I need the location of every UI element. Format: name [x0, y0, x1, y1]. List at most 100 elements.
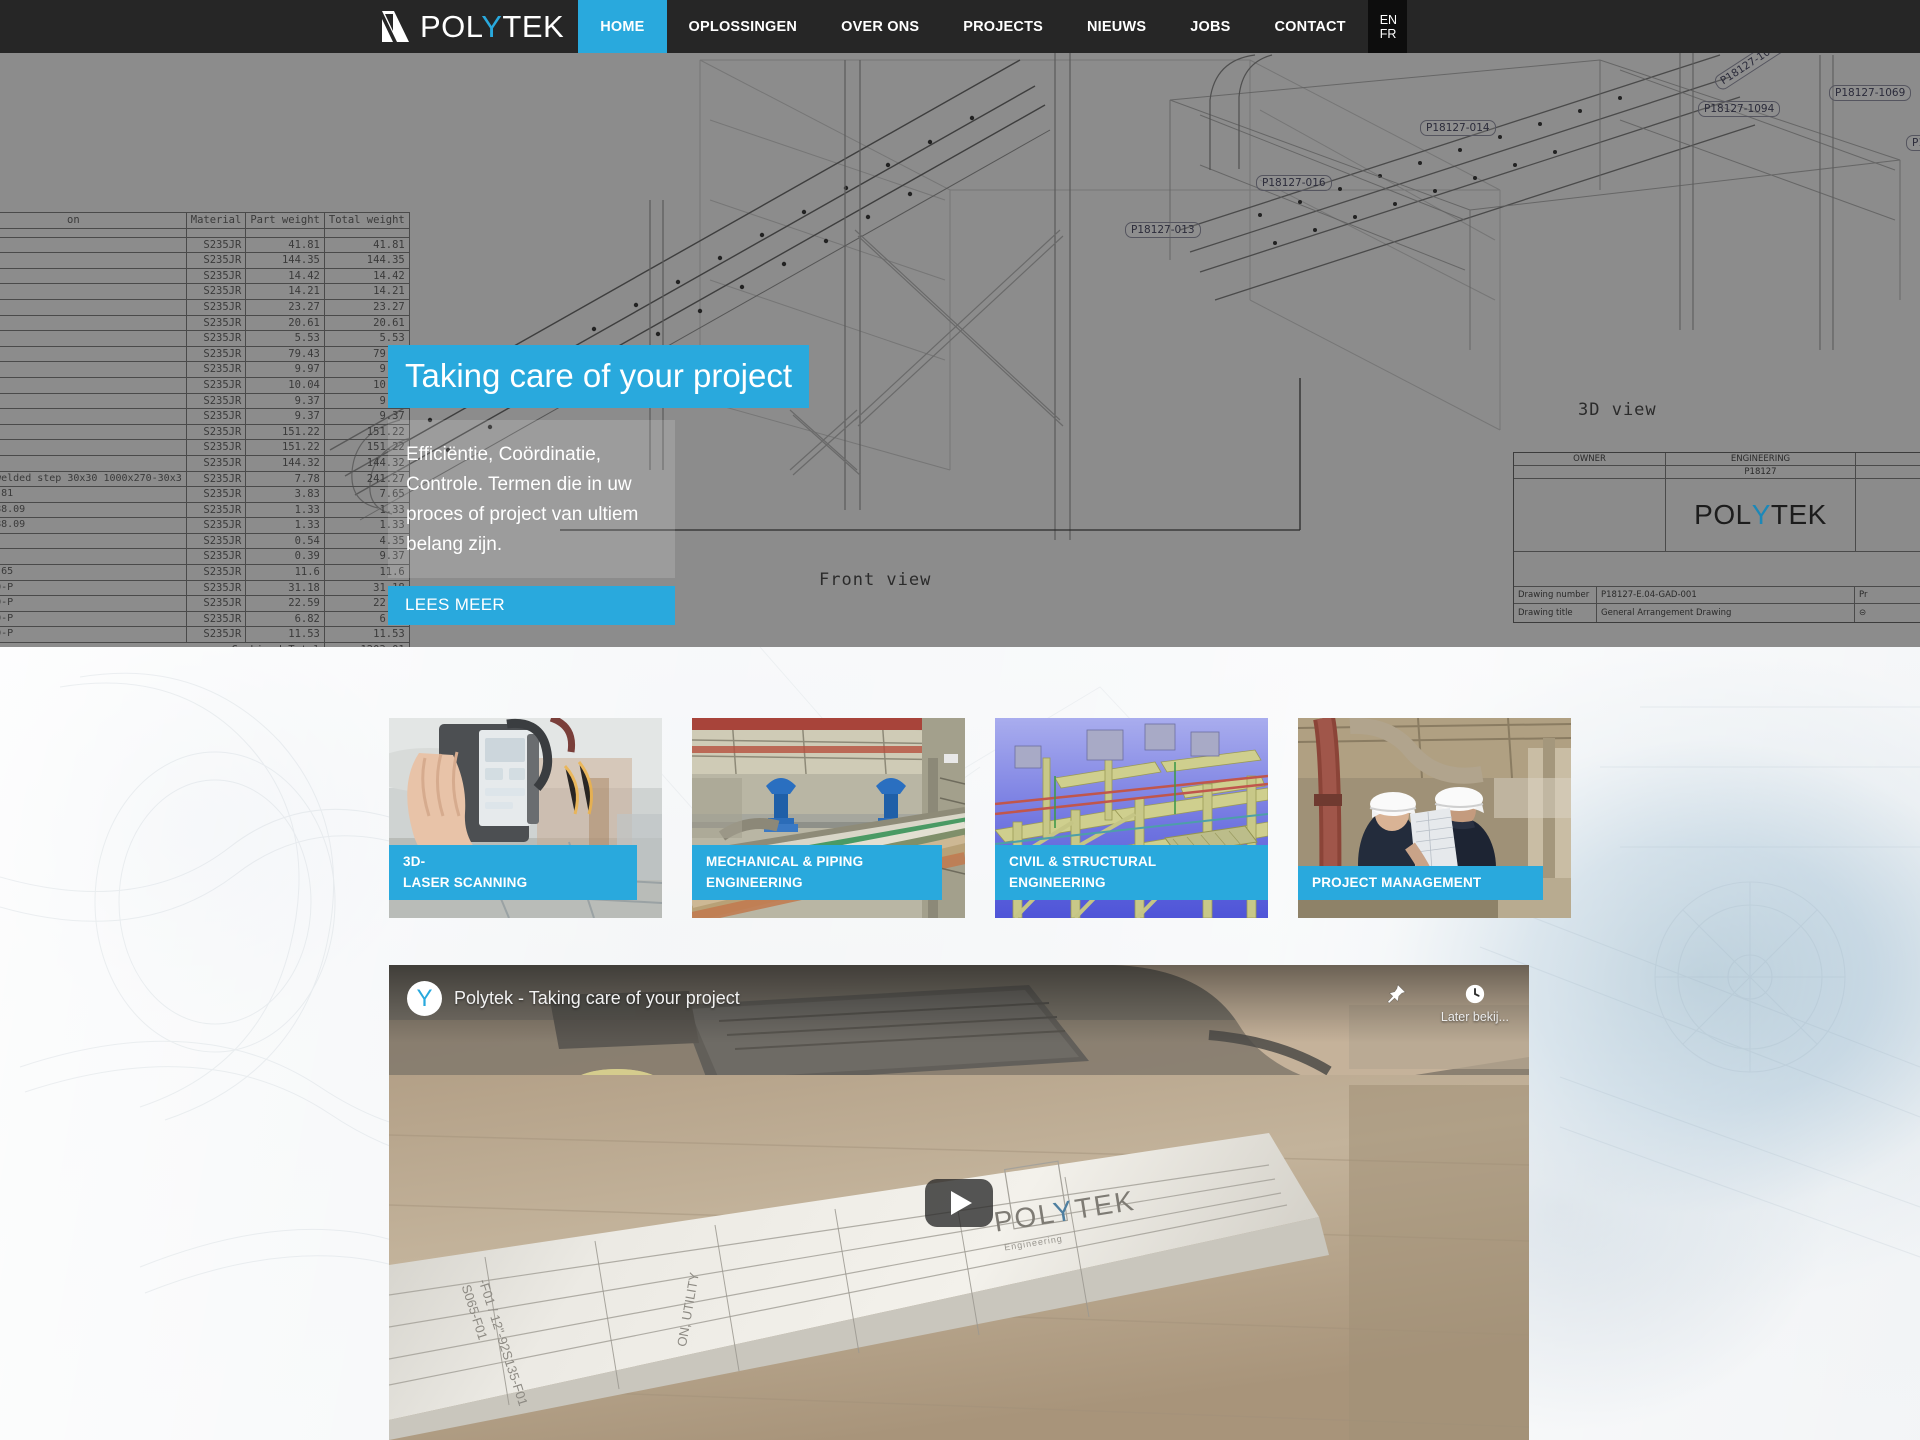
table-row: S235JR 20.61 20.61: [0, 314, 410, 332]
y-glyph: Y: [416, 984, 433, 1012]
cell-material: S235JR: [185, 501, 247, 519]
table-spacer-row: [0, 227, 410, 238]
polytek-y-icon: Y: [407, 981, 442, 1016]
cell-description: .94x188.09: [0, 517, 187, 534]
service-label-line1: 3D-: [403, 854, 426, 869]
service-card-project-management[interactable]: PROJECT MANAGEMENT: [1298, 718, 1571, 918]
video-channel-info[interactable]: Y Polytek - Taking care of your project: [407, 981, 740, 1016]
tb-owner-label: OWNER: [1514, 453, 1666, 465]
tb-drawing-title-label: Drawing title: [1514, 604, 1597, 622]
cell-description: -30X30-P: [0, 626, 187, 644]
table-row: S235JR 23.27 23.27: [0, 298, 410, 316]
lang-fr[interactable]: FR: [1380, 27, 1397, 41]
nav-item-over-ons[interactable]: OVER ONS: [819, 0, 941, 53]
cell-total-weight: 14.42: [323, 267, 410, 285]
table-body: S235JR41.8141.81S235JR144.35144.352.3S23…: [0, 227, 410, 647]
tb-right-empty: [1856, 453, 1920, 465]
cell-material: S235JR: [185, 439, 247, 456]
service-card-civil-structural[interactable]: CIVIL & STRUCTURAL ENGINEERING: [995, 718, 1268, 918]
service-caption: PROJECT MANAGEMENT: [1298, 866, 1543, 900]
cell-part-weight: 41.81: [245, 236, 325, 254]
top-navigation-bar: POLYTEK HOME OPLOSSINGEN OVER ONS PROJECTS N…: [0, 0, 1920, 53]
lang-en[interactable]: EN: [1380, 13, 1397, 27]
cell-total-weight: 14.21: [323, 283, 410, 300]
cell-material: S235JR: [185, 579, 247, 597]
service-card-mechanical-piping[interactable]: MECHANICAL & PIPING ENGINEERING: [692, 718, 965, 918]
watch-later-control[interactable]: Later bekij...: [1441, 983, 1509, 1024]
cell-material: S235JR: [185, 517, 247, 534]
cell-part-weight: 0.54: [245, 532, 325, 550]
tb-right-pr-label: Pr: [1859, 590, 1868, 600]
table-row: -30X30-PS235JR11.5311.53: [0, 626, 410, 644]
cell-material: S235JR: [185, 376, 247, 394]
cell-material: S235JR: [185, 423, 247, 441]
page-root: on Material Part weight Total weight S23…: [0, 0, 1920, 1440]
video-top-bar: Y Polytek - Taking care of your project: [389, 965, 1529, 1043]
service-label-line2: ENGINEERING: [706, 875, 803, 890]
youtube-video-embed[interactable]: POL Y TEK Engineering -F01 / 12"-92S135-…: [389, 965, 1529, 1440]
tb-logo-before: POL: [1694, 499, 1752, 530]
cell-material: S235JR: [185, 361, 247, 378]
table-row: orge-welded step 30x30 1000x270-30x3S235…: [0, 470, 410, 488]
cell-part-weight: 31.18: [245, 579, 325, 597]
hero-title: Taking care of your project: [388, 345, 810, 408]
nav-item-home[interactable]: HOME: [578, 0, 667, 53]
hero-read-more-button[interactable]: LEES MEER: [388, 586, 675, 625]
cell-part-weight: 20.61: [245, 314, 325, 332]
watch-later-label: Later bekij...: [1440, 1010, 1509, 1024]
cell-description: [0, 361, 187, 378]
nav-item-projects[interactable]: PROJECTS: [941, 0, 1065, 53]
hero-subtitle: Efficiëntie, Coördinatie, Controle. Term…: [388, 420, 675, 578]
th-material: Material: [185, 212, 247, 229]
tb-right-blank: [1856, 466, 1920, 478]
cell-part-weight: 9.37: [245, 392, 325, 410]
service-caption: 3D- LASER SCANNING: [389, 845, 637, 900]
cell-description: -30X30-P: [0, 595, 187, 612]
table-row: S235JR 144.32 144.32: [0, 454, 410, 472]
cell-description: [0, 423, 187, 441]
cell-material: S235JR: [185, 330, 247, 347]
cell-part-weight: 14.21: [245, 283, 325, 300]
services-card-row: 3D- LASER SCANNING MECHANICAL & PIPING E…: [389, 718, 1571, 918]
table-row: S235JR9.379.37: [0, 408, 410, 425]
cell-description: [0, 330, 187, 347]
tb-drawing-number-label: Drawing number: [1514, 587, 1597, 603]
cell-description: 5x210: [0, 548, 187, 566]
table-row: 5x210S235JR0.399.37: [0, 548, 410, 566]
cell-material: S235JR: [185, 314, 247, 332]
part-tag-p18127-1069: P18127-1069: [1829, 85, 1912, 101]
tb-projection-symbol: ⊝: [1859, 608, 1867, 618]
nav-item-contact[interactable]: CONTACT: [1253, 0, 1368, 53]
brand-logo[interactable]: POLYTEK: [380, 0, 578, 53]
cell-material: S235JR: [185, 408, 247, 425]
cell-description: [0, 454, 187, 472]
table-row: -30X30-PS235JR6.826.82: [0, 610, 410, 628]
cell-material: S235JR: [185, 626, 247, 644]
table-row: .94x188.09S235JR1.331.33: [0, 517, 410, 534]
part-tag-p18127-014: P18127-014: [1420, 120, 1496, 136]
tb-engineering-label: ENGINEERING: [1666, 453, 1856, 465]
cell-description: 2.3: [0, 267, 187, 285]
nav-item-jobs[interactable]: JOBS: [1168, 0, 1252, 53]
cell-part-weight: 23.27: [245, 298, 325, 316]
pin-control[interactable]: [1385, 983, 1407, 1010]
cell-material: S235JR: [185, 548, 247, 566]
play-button[interactable]: [925, 1178, 993, 1227]
table-row: 352S235JR0.544.35: [0, 532, 410, 550]
tb-notes-area: [1514, 552, 1920, 586]
brand-text-after: TEK: [502, 9, 565, 44]
cell-description: [0, 252, 187, 269]
part-tag-p18127-right: P18127-1094: [1906, 135, 1920, 151]
cell-description: [0, 345, 187, 363]
language-switcher[interactable]: EN FR: [1367, 0, 1408, 53]
nav-item-oplossingen[interactable]: OPLOSSINGEN: [667, 0, 820, 53]
part-tag-p18127-013: P18127-013: [1125, 222, 1201, 238]
blueprint-parts-table: on Material Part weight Total weight S23…: [0, 212, 410, 647]
cell-part-weight: 144.35: [245, 252, 325, 269]
clock-icon: [1465, 984, 1485, 1004]
service-card-laser-scanning[interactable]: 3D- LASER SCANNING: [389, 718, 662, 918]
play-icon: [950, 1190, 972, 1215]
nav-menu: HOME OPLOSSINGEN OVER ONS PROJECTS NIEUWS JOB…: [578, 0, 1368, 53]
cell-part-weight: 1.33: [245, 501, 325, 519]
nav-item-nieuws[interactable]: NIEUWS: [1065, 0, 1168, 53]
